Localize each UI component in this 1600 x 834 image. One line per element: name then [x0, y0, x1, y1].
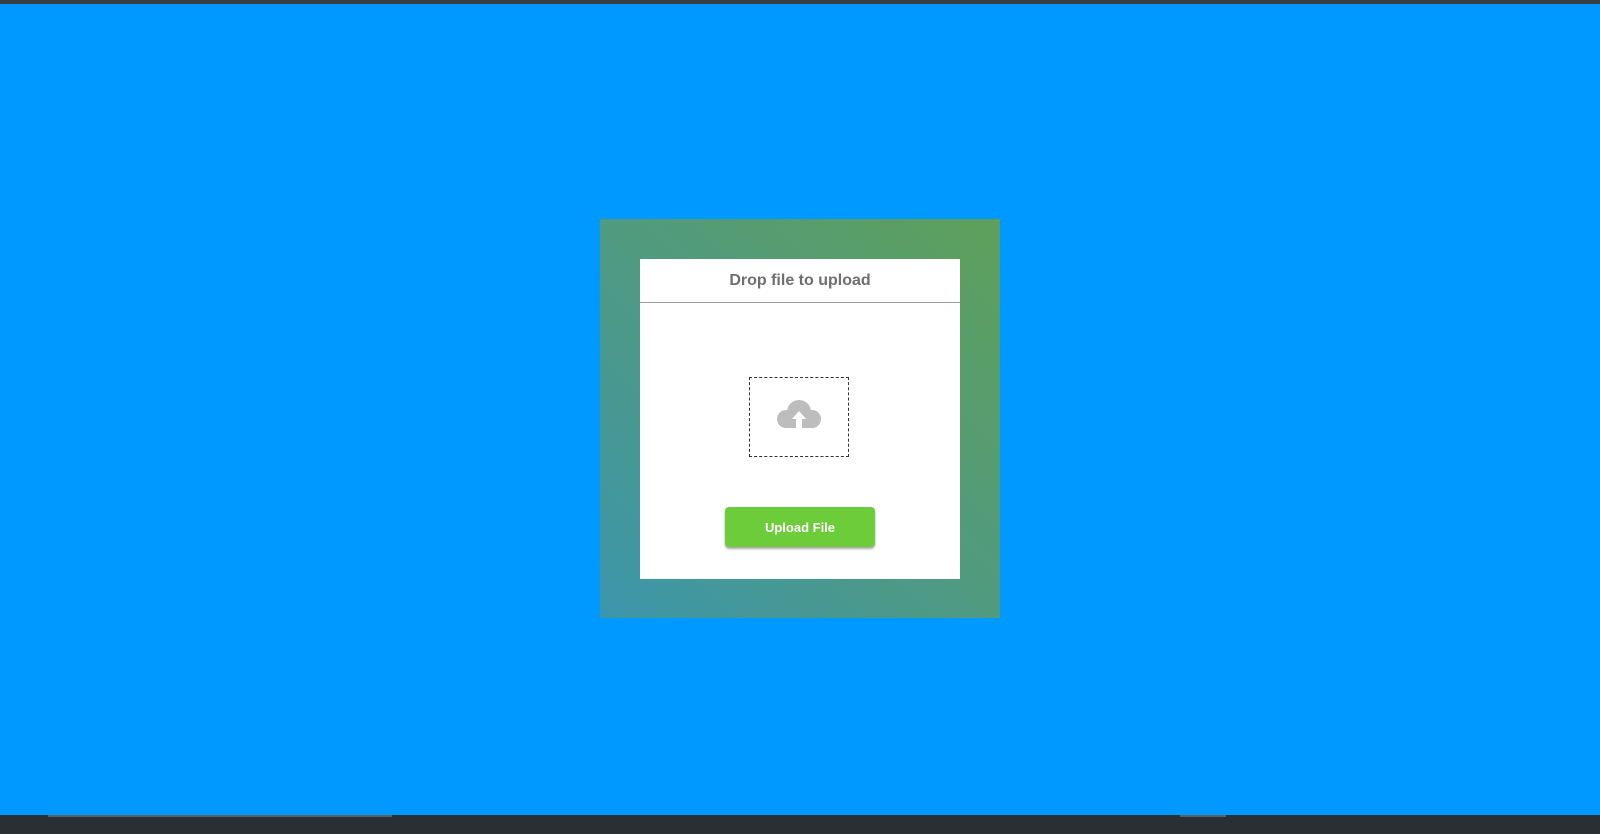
file-drop-zone[interactable]: [749, 377, 849, 457]
cloud-upload-icon: [774, 398, 824, 437]
upload-file-button[interactable]: Upload File: [725, 507, 875, 547]
window-bottom-bar: [0, 815, 1600, 834]
window-top-bar: [0, 0, 1600, 4]
upload-frame: Drop file to upload Upload File: [600, 219, 1000, 618]
upload-card: Drop file to upload Upload File: [640, 259, 960, 579]
upload-title: Drop file to upload: [640, 259, 960, 303]
